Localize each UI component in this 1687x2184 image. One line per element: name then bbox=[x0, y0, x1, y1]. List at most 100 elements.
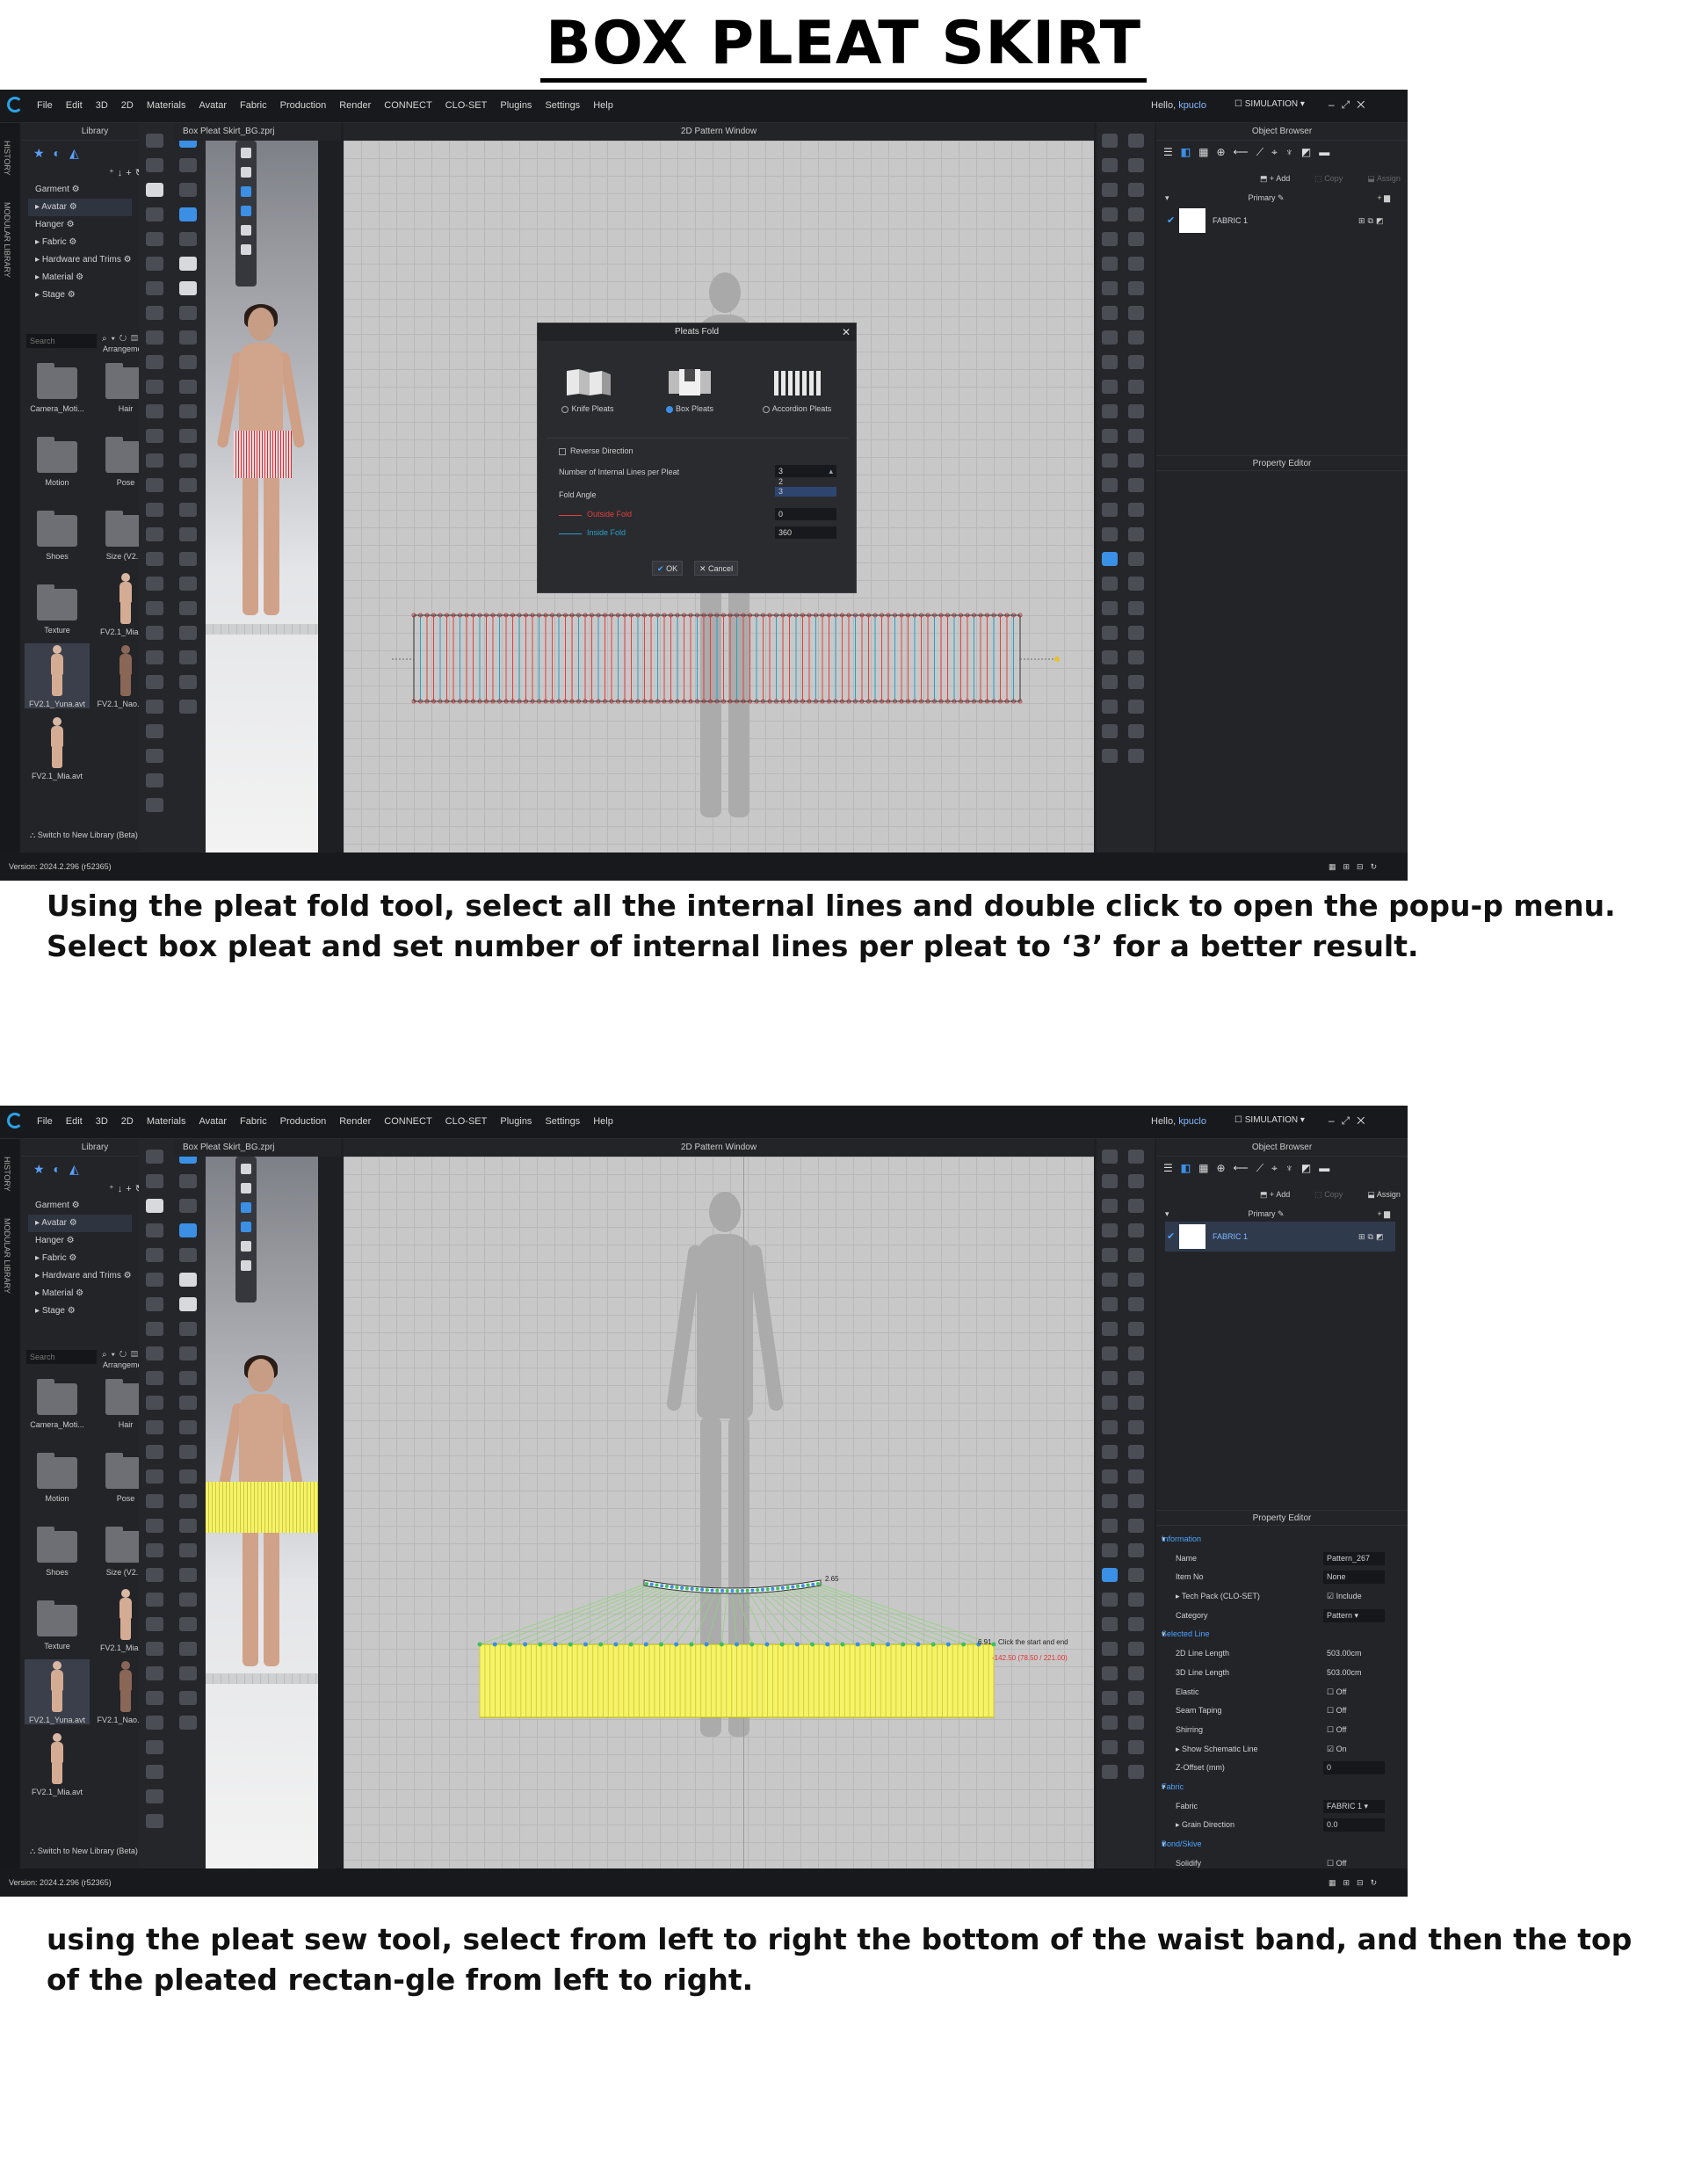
tool-button-icon[interactable] bbox=[146, 1642, 163, 1656]
tool-button-icon[interactable] bbox=[1102, 1494, 1118, 1508]
property-row[interactable]: Fabric FABRIC 1 ▾ bbox=[1162, 1797, 1401, 1817]
tree-item[interactable]: ▸ Fabric ⚙ bbox=[28, 234, 132, 251]
tool-button-icon[interactable] bbox=[179, 675, 197, 689]
tool-button-icon[interactable] bbox=[1128, 330, 1144, 345]
tool-button-icon[interactable] bbox=[146, 749, 163, 763]
tree-item[interactable]: ▸ Material ⚙ bbox=[28, 269, 132, 287]
tool-button-icon[interactable] bbox=[1128, 257, 1144, 271]
tool-button-icon[interactable] bbox=[179, 1371, 197, 1385]
option-box-pleats[interactable]: Box Pleats bbox=[650, 366, 729, 413]
tool-button-icon[interactable] bbox=[179, 330, 197, 345]
menu-item[interactable]: Fabric bbox=[240, 1116, 267, 1127]
tool-button-icon[interactable] bbox=[1128, 1519, 1144, 1533]
menu-item[interactable]: File bbox=[37, 1116, 53, 1127]
tool-button-icon[interactable] bbox=[1102, 1716, 1118, 1730]
tool-button-icon[interactable] bbox=[1128, 1765, 1144, 1779]
tool-button-icon[interactable] bbox=[146, 577, 163, 591]
tool-button-icon[interactable] bbox=[1128, 650, 1144, 664]
avatar-item[interactable]: FV2.1_Mia.avt bbox=[25, 715, 90, 780]
menu-item[interactable]: Avatar bbox=[199, 1116, 227, 1127]
menu-item[interactable]: CONNECT bbox=[384, 1116, 431, 1127]
tool-button-icon[interactable] bbox=[179, 1691, 197, 1705]
dropdown-option-2[interactable]: 2 bbox=[775, 477, 836, 487]
tool-button-icon[interactable] bbox=[1128, 1568, 1144, 1582]
menu-item[interactable]: CONNECT bbox=[384, 100, 431, 111]
tool-button-icon[interactable] bbox=[146, 207, 163, 221]
tool-button-icon[interactable] bbox=[1102, 1765, 1118, 1779]
tool-button-icon[interactable] bbox=[179, 257, 197, 271]
menu-item[interactable]: Production bbox=[280, 100, 327, 111]
tool-button-icon[interactable] bbox=[179, 1346, 197, 1360]
tool-button-icon[interactable] bbox=[179, 158, 197, 172]
tool-button-icon[interactable] bbox=[1102, 1297, 1118, 1311]
tool-button-icon[interactable] bbox=[146, 626, 163, 640]
menu-item[interactable]: Render bbox=[339, 1116, 371, 1127]
tool-button-icon[interactable] bbox=[179, 281, 197, 295]
tool-button-icon[interactable] bbox=[146, 1469, 163, 1484]
property-value[interactable]: Pattern_267 bbox=[1323, 1551, 1385, 1565]
property-row[interactable]: ▸ Show Schematic Line ☑ On bbox=[1162, 1740, 1401, 1760]
property-value[interactable]: Pattern ▾ bbox=[1323, 1608, 1385, 1622]
dropdown-option-3[interactable]: 3 bbox=[775, 487, 836, 497]
tool-button-icon[interactable] bbox=[179, 1617, 197, 1631]
tool-button-icon[interactable] bbox=[1102, 478, 1118, 492]
folder-item[interactable]: Shoes bbox=[25, 511, 90, 561]
option-knife-pleats[interactable]: Knife Pleats bbox=[548, 366, 627, 413]
tab-modular-library[interactable]: MODULAR LIBRARY bbox=[3, 1218, 11, 1294]
tool-button-icon[interactable] bbox=[146, 798, 163, 812]
tool-button-icon[interactable] bbox=[179, 1248, 197, 1262]
tool-button-icon[interactable] bbox=[146, 429, 163, 443]
reverse-direction-checkbox[interactable]: Reverse Direction bbox=[559, 446, 634, 455]
tool-button-icon[interactable] bbox=[179, 1396, 197, 1410]
tool-button-icon[interactable] bbox=[179, 1273, 197, 1287]
tool-button-icon[interactable] bbox=[146, 601, 163, 615]
object-actions[interactable]: ⬒ + Add ⬚ Copy ⬓ Assign bbox=[1260, 174, 1408, 184]
viewport-2d[interactable]: Pleats Fold ✕ Knife Pleats Box Pleats Acc… bbox=[344, 141, 1094, 857]
object-browser-tabs[interactable]: ☰◧▦⊕⟵⟋⌖♆◩▬ bbox=[1163, 146, 1337, 159]
property-row[interactable]: Item No None bbox=[1162, 1568, 1401, 1587]
tool-button-icon[interactable] bbox=[179, 527, 197, 541]
menu-item[interactable]: Production bbox=[280, 1116, 327, 1127]
tool-button-icon[interactable] bbox=[179, 577, 197, 591]
tool-button-icon[interactable] bbox=[179, 1174, 197, 1188]
search-icon[interactable]: ⌕▾↻▤ bbox=[102, 334, 142, 344]
menu-item[interactable]: Plugins bbox=[500, 1116, 532, 1127]
property-row[interactable]: ▸ Tech Pack (CLO-SET) ☑ Include bbox=[1162, 1587, 1401, 1607]
menu-item[interactable]: 3D bbox=[96, 1116, 108, 1127]
tool-button-icon[interactable] bbox=[146, 453, 163, 468]
menu-item[interactable]: 2D bbox=[121, 100, 134, 111]
tool-button-icon[interactable] bbox=[146, 1445, 163, 1459]
tool-button-icon[interactable] bbox=[1128, 1543, 1144, 1557]
property-row[interactable]: Elastic ☐ Off bbox=[1162, 1683, 1401, 1702]
object-browser-tabs[interactable]: ☰◧▦⊕⟵⟋⌖♆◩▬ bbox=[1163, 1162, 1337, 1175]
tool-button-icon[interactable] bbox=[179, 503, 197, 517]
menu-item[interactable]: Edit bbox=[66, 1116, 83, 1127]
tool-button-icon[interactable] bbox=[146, 478, 163, 492]
menu-item[interactable]: 3D bbox=[96, 100, 108, 111]
property-row[interactable]: 2D Line Length 503.00cm bbox=[1162, 1644, 1401, 1664]
menu-item[interactable]: Plugins bbox=[500, 100, 532, 111]
tool-button-icon[interactable] bbox=[1102, 1740, 1118, 1754]
property-row[interactable]: Z-Offset (mm) 0 bbox=[1162, 1759, 1401, 1778]
tree-item[interactable]: Garment ⚙ bbox=[28, 1197, 132, 1215]
tool-button-icon[interactable] bbox=[179, 1666, 197, 1680]
folder-item[interactable]: Texture bbox=[25, 1600, 90, 1651]
tool-button-icon[interactable] bbox=[146, 1322, 163, 1336]
tool-button-icon[interactable] bbox=[146, 1248, 163, 1262]
tool-button-icon[interactable] bbox=[179, 1494, 197, 1508]
tool-button-icon[interactable] bbox=[1128, 626, 1144, 640]
tool-button-icon[interactable] bbox=[1102, 404, 1118, 418]
object-actions[interactable]: ⬒ + Add ⬚ Copy ⬓ Assign bbox=[1260, 1190, 1408, 1200]
tool-button-icon[interactable] bbox=[146, 700, 163, 714]
viewport-3d-toolbar[interactable] bbox=[235, 141, 257, 287]
menu-item[interactable]: Settings bbox=[545, 100, 580, 111]
property-value[interactable]: None bbox=[1323, 1571, 1385, 1585]
option-accordion-pleats[interactable]: Accordion Pleats bbox=[749, 366, 845, 413]
tool-button-icon[interactable] bbox=[179, 232, 197, 246]
folder-item[interactable]: Camera_Moti... bbox=[25, 1379, 90, 1429]
tool-button-icon[interactable] bbox=[1102, 650, 1118, 664]
folder-item[interactable]: Camera_Moti... bbox=[25, 363, 90, 413]
tool-button-icon[interactable] bbox=[1102, 158, 1118, 172]
viewport-3d-toolbar[interactable] bbox=[235, 1157, 257, 1302]
switch-library-link[interactable]: ⛬ Switch to New Library (Beta) bbox=[30, 831, 138, 840]
